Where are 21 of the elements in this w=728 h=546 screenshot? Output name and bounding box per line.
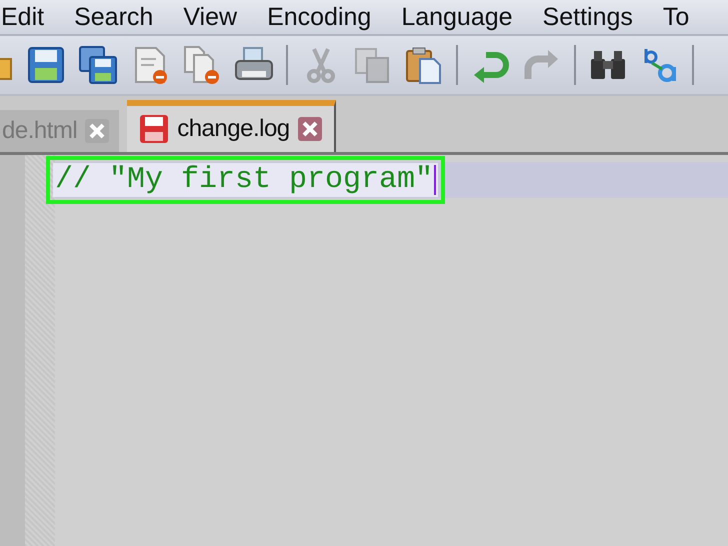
menu-item[interactable]: View xyxy=(183,2,238,32)
menu-item[interactable]: Language xyxy=(401,2,513,32)
menu-item[interactable]: Settings xyxy=(542,2,633,32)
paste-button[interactable] xyxy=(404,45,444,85)
clipboard-icon xyxy=(404,45,444,85)
menu-item[interactable]: To xyxy=(662,2,690,32)
documents-minus-icon xyxy=(182,45,222,85)
save-button[interactable] xyxy=(26,45,66,85)
editor-area[interactable]: // "My first program" xyxy=(0,155,728,546)
close-icon[interactable] xyxy=(85,119,110,143)
save-all-button[interactable] xyxy=(78,45,118,85)
tab-label: change.log xyxy=(177,115,290,143)
file-tab[interactable]: change.log xyxy=(127,100,336,152)
close-icon[interactable] xyxy=(298,117,322,141)
menu-item[interactable]: Edit xyxy=(1,2,44,32)
tab-label: de.html xyxy=(2,117,78,145)
close-all-button[interactable] xyxy=(182,45,222,85)
floppy-disks-icon xyxy=(78,45,118,85)
copy-icon xyxy=(352,45,392,85)
menu-item[interactable]: Search xyxy=(74,2,154,32)
menu-item[interactable]: Encoding xyxy=(267,2,372,32)
